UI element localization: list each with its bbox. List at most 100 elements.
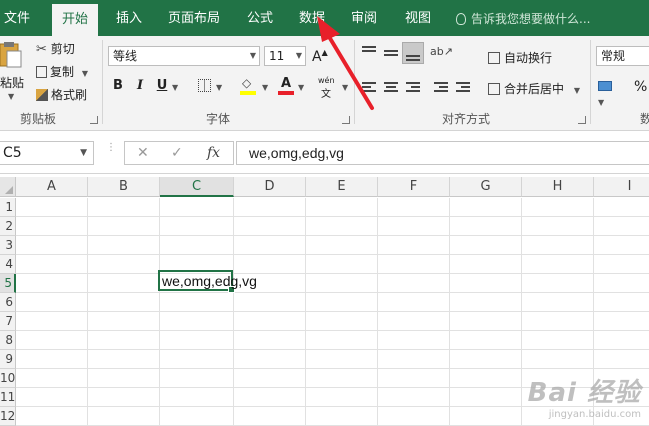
cell-a2[interactable] — [16, 217, 88, 236]
cell-c8[interactable] — [160, 331, 234, 350]
grow-font-button[interactable]: A▲ — [312, 48, 328, 65]
tab-data[interactable]: 数据 — [292, 0, 332, 36]
cell-i3[interactable] — [594, 236, 649, 255]
cell-i4[interactable] — [594, 255, 649, 274]
font-color-button[interactable]: A — [278, 76, 296, 96]
cell-i7[interactable] — [594, 312, 649, 331]
tab-review[interactable]: 审阅 — [344, 0, 384, 36]
cell-h1[interactable] — [522, 198, 594, 217]
cell-f5[interactable] — [378, 274, 450, 293]
formula-input[interactable]: we,omg,edg,vg — [236, 141, 649, 165]
wrap-text-button[interactable]: 自动换行 — [488, 49, 552, 66]
font-name-combo[interactable]: 等线 ▼ — [108, 46, 260, 66]
cell-e12[interactable] — [306, 407, 378, 426]
cell-c3[interactable] — [160, 236, 234, 255]
cell-g9[interactable] — [450, 350, 522, 369]
cell-i5[interactable] — [594, 274, 649, 293]
cell-e3[interactable] — [306, 236, 378, 255]
cell-d2[interactable] — [234, 217, 306, 236]
column-header-a[interactable]: A — [16, 177, 88, 197]
cell-c10[interactable] — [160, 369, 234, 388]
cell-e5[interactable] — [306, 274, 378, 293]
bold-button[interactable]: B — [110, 78, 126, 93]
column-header-i[interactable]: I — [594, 177, 649, 197]
cell-a3[interactable] — [16, 236, 88, 255]
column-header-c[interactable]: C — [160, 177, 234, 197]
format-painter-button[interactable]: 格式刷 — [36, 86, 87, 103]
tab-page-layout[interactable]: 页面布局 — [162, 0, 226, 36]
cell-e11[interactable] — [306, 388, 378, 407]
row-header-3[interactable]: 3 — [0, 236, 16, 255]
row-header-1[interactable]: 1 — [0, 198, 16, 217]
decrease-indent-icon[interactable] — [434, 82, 448, 94]
column-header-d[interactable]: D — [234, 177, 306, 197]
cell-i2[interactable] — [594, 217, 649, 236]
tell-me-search[interactable]: 告诉我您想要做什么... — [456, 0, 590, 36]
row-header-6[interactable]: 6 — [0, 293, 16, 312]
font-dialog-launcher-icon[interactable] — [342, 116, 350, 124]
cell-h3[interactable] — [522, 236, 594, 255]
cell-h6[interactable] — [522, 293, 594, 312]
orientation-button[interactable]: ab↗ — [430, 44, 454, 62]
cell-b12[interactable] — [88, 407, 160, 426]
cell-i8[interactable] — [594, 331, 649, 350]
cell-g6[interactable] — [450, 293, 522, 312]
cell-a4[interactable] — [16, 255, 88, 274]
increase-indent-icon[interactable] — [456, 82, 470, 94]
cell-d3[interactable] — [234, 236, 306, 255]
cell-d8[interactable] — [234, 331, 306, 350]
middle-align-icon[interactable] — [384, 48, 398, 60]
column-header-h[interactable]: H — [522, 177, 594, 197]
phonetic-button[interactable]: wén 文 — [318, 76, 340, 100]
cell-c12[interactable] — [160, 407, 234, 426]
cell-b10[interactable] — [88, 369, 160, 388]
copy-button[interactable]: 复制 ▼ — [36, 63, 88, 80]
paste-button[interactable]: 粘贴 ▼ — [0, 40, 28, 102]
borders-button[interactable] — [198, 79, 211, 92]
underline-button[interactable]: U — [154, 78, 170, 93]
row-header-4[interactable]: 4 — [0, 255, 16, 274]
percent-style-button[interactable]: % — [634, 79, 647, 95]
cell-e9[interactable] — [306, 350, 378, 369]
fill-color-button[interactable]: ◇ — [240, 76, 258, 96]
top-align-icon[interactable] — [362, 46, 376, 58]
merge-center-button[interactable]: 合并后居中 ▼ — [488, 80, 580, 97]
enter-icon[interactable]: ✓ — [171, 145, 183, 161]
align-center-icon[interactable] — [384, 82, 398, 94]
cell-a11[interactable] — [16, 388, 88, 407]
cell-a7[interactable] — [16, 312, 88, 331]
cell-c11[interactable] — [160, 388, 234, 407]
cell-b1[interactable] — [88, 198, 160, 217]
cell-i6[interactable] — [594, 293, 649, 312]
cell-e4[interactable] — [306, 255, 378, 274]
cell-d6[interactable] — [234, 293, 306, 312]
accounting-format-button[interactable]: ▼ — [598, 80, 620, 107]
cell-e10[interactable] — [306, 369, 378, 388]
row-header-12[interactable]: 12 — [0, 407, 16, 426]
cell-f12[interactable] — [378, 407, 450, 426]
row-header-8[interactable]: 8 — [0, 331, 16, 350]
cell-d10[interactable] — [234, 369, 306, 388]
cell-i1[interactable] — [594, 198, 649, 217]
cell-h8[interactable] — [522, 331, 594, 350]
cell-f7[interactable] — [378, 312, 450, 331]
align-left-icon[interactable] — [362, 82, 376, 94]
cell-e1[interactable] — [306, 198, 378, 217]
cell-a9[interactable] — [16, 350, 88, 369]
name-box[interactable]: C5 ▼ — [0, 141, 94, 165]
row-header-5[interactable]: 5 — [0, 274, 16, 293]
tab-formulas[interactable]: 公式 — [240, 0, 280, 36]
cell-a12[interactable] — [16, 407, 88, 426]
cancel-icon[interactable]: ✕ — [137, 145, 149, 161]
cell-g10[interactable] — [450, 369, 522, 388]
bottom-align-button[interactable] — [402, 42, 424, 64]
tab-home[interactable]: 开始 — [52, 4, 98, 36]
cell-d9[interactable] — [234, 350, 306, 369]
cell-d11[interactable] — [234, 388, 306, 407]
clipboard-dialog-launcher-icon[interactable] — [90, 116, 98, 124]
cell-h2[interactable] — [522, 217, 594, 236]
cell-g1[interactable] — [450, 198, 522, 217]
tab-file[interactable]: 文件 — [0, 0, 34, 36]
row-header-10[interactable]: 10 — [0, 369, 16, 388]
cell-b7[interactable] — [88, 312, 160, 331]
